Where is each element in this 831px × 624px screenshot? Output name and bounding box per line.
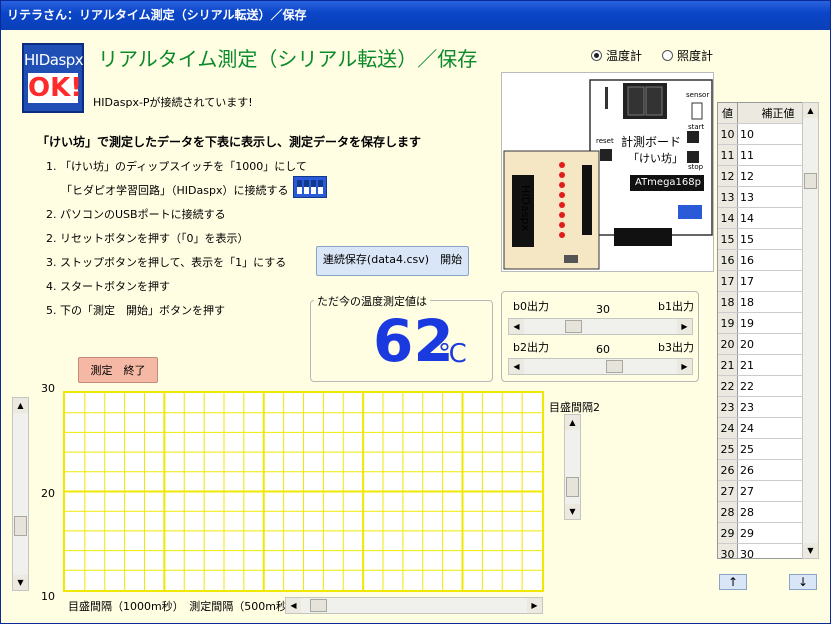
scroll-thumb[interactable] <box>310 599 327 612</box>
slider-thumb[interactable] <box>564 320 582 333</box>
step-5: 5. 下の「測定 開始」ボタンを押す <box>46 304 225 317</box>
scroll-down-icon[interactable]: ▼ <box>803 543 818 558</box>
step-1b: 「ヒダピオ学習回路」（HIDaspx）に接続する <box>61 184 289 197</box>
row-value: 23 <box>718 397 738 417</box>
y-axis-bottom: 10 <box>41 590 55 603</box>
row-value: 11 <box>718 145 738 165</box>
row-value: 10 <box>718 124 738 144</box>
scale2-scrollbar[interactable]: ▲ ▼ <box>564 414 581 520</box>
row-value: 19 <box>718 313 738 333</box>
row-value: 24 <box>718 418 738 438</box>
scroll-thumb[interactable] <box>566 477 579 497</box>
scroll-left-icon[interactable]: ◀ <box>286 598 301 613</box>
row-value: 25 <box>718 439 738 459</box>
scroll-up-icon[interactable]: ▲ <box>13 398 28 413</box>
row-value: 30 <box>718 544 738 558</box>
title-bar: リテラさん：リアルタイム測定（シリアル転送）／保存 <box>1 1 830 30</box>
graph-footer-label: 目盛間隔（1000m秒） 測定間隔（500m秒） <box>68 600 298 613</box>
scroll-left-icon[interactable]: ◀ <box>509 319 524 334</box>
sensor-label: sensor <box>686 91 710 99</box>
step-1: 1. 「けい坊」のディップスイッチを「1000」にして <box>46 160 307 173</box>
row-value: 28 <box>718 502 738 522</box>
row-value: 14 <box>718 208 738 228</box>
page-title: リアルタイム測定（シリアル転送）／保存 <box>98 47 478 71</box>
board-label-2: 「けい坊」 <box>628 152 683 165</box>
radio-thermometer[interactable]: 温度計 <box>591 47 642 64</box>
row-value: 12 <box>718 166 738 186</box>
board-illustration: 計測ボード 「けい坊」 ATmega168p HIDaspx reset sen… <box>501 72 714 272</box>
radio-dot-selected <box>591 50 602 61</box>
scroll-down-icon[interactable]: ▼ <box>13 575 28 590</box>
radio-dot <box>662 50 673 61</box>
y-axis-scrollbar[interactable]: ▲ ▼ <box>12 397 29 591</box>
table-scrollbar[interactable]: ▲ ▼ <box>802 102 819 559</box>
b0-value: 30 <box>596 303 610 316</box>
slider-thumb[interactable] <box>605 360 623 373</box>
row-value: 27 <box>718 481 738 501</box>
graph-grid-svg <box>65 393 542 590</box>
y-axis-mid: 20 <box>41 487 55 500</box>
chip-label: ATmega168p <box>635 177 701 188</box>
output-slider-1[interactable]: ◀ ▶ <box>508 318 693 335</box>
reset-label: reset <box>596 137 614 145</box>
scroll-right-icon[interactable]: ▶ <box>677 359 692 374</box>
scroll-up-icon[interactable]: ▲ <box>565 415 580 430</box>
hidaspx-logo: HIDaspx OK! <box>22 43 84 113</box>
scroll-down-icon[interactable]: ▼ <box>565 504 580 519</box>
scroll-right-icon[interactable]: ▶ <box>677 319 692 334</box>
app-window: リテラさん：リアルタイム測定（シリアル転送）／保存 HIDaspx OK! リア… <box>0 0 831 624</box>
y-axis-top: 30 <box>41 382 55 395</box>
step-4: 4. スタートボタンを押す <box>46 280 170 293</box>
table-up-button[interactable]: ↑ <box>719 574 747 590</box>
row-value: 20 <box>718 334 738 354</box>
b1-label: b1出力 <box>658 300 694 313</box>
row-value: 13 <box>718 187 738 207</box>
instructions-heading: 「けい坊」で測定したデータを下表に表示し、測定データを保存します <box>37 135 422 149</box>
step-2: 2. パソコンのUSBポートに接続する <box>46 208 226 221</box>
radio-label: 温度計 <box>606 49 643 63</box>
b3-label: b3出力 <box>658 341 694 354</box>
logo-text: HIDaspx <box>24 51 84 69</box>
graph-area <box>63 391 544 592</box>
board-label-1: 計測ボード <box>621 135 682 149</box>
logo-ok: OK! <box>28 73 83 103</box>
measure-stop-button[interactable]: 測定 終了 <box>78 357 158 383</box>
scroll-up-icon[interactable]: ▲ <box>803 103 818 118</box>
stop-label: stop <box>688 163 704 171</box>
start-label: start <box>688 123 705 131</box>
time-scrollbar[interactable]: ◀ ▶ <box>285 597 543 614</box>
board-svg <box>503 79 713 270</box>
connection-status: HIDaspx-Pが接続されています! <box>93 96 253 109</box>
scroll-thumb[interactable] <box>14 516 27 536</box>
continuous-save-start-button[interactable]: 連続保存(data4.csv) 開始 <box>316 246 469 276</box>
scroll-thumb[interactable] <box>804 173 817 189</box>
table-down-button[interactable]: ↓ <box>789 574 817 590</box>
header-value: 値 <box>718 103 738 123</box>
row-value: 22 <box>718 376 738 396</box>
scroll-right-icon[interactable]: ▶ <box>527 598 542 613</box>
step-2b: 2. リセットボタンを押す（「0」を表示） <box>46 232 249 245</box>
row-value: 17 <box>718 271 738 291</box>
b2-value: 60 <box>596 343 610 356</box>
output-slider-2[interactable]: ◀ ▶ <box>508 358 693 375</box>
row-value: 16 <box>718 250 738 270</box>
row-value: 15 <box>718 229 738 249</box>
row-value: 29 <box>718 523 738 543</box>
step-3: 3. ストップボタンを押して、表示を「1」にする <box>46 256 287 269</box>
scale2-label: 目盛間隔2 <box>549 401 600 414</box>
radio-label: 照度計 <box>677 49 714 63</box>
scroll-left-icon[interactable]: ◀ <box>509 359 524 374</box>
b2-label: b2出力 <box>513 341 549 354</box>
b0-label: b0出力 <box>513 300 549 313</box>
row-value: 21 <box>718 355 738 375</box>
temperature-unit: ℃ <box>438 339 468 369</box>
radio-light-meter[interactable]: 照度計 <box>662 47 713 64</box>
dip-switch-icon <box>293 176 327 198</box>
row-value: 26 <box>718 460 738 480</box>
hidaspx-label: HIDaspx <box>519 185 532 231</box>
row-value: 18 <box>718 292 738 312</box>
